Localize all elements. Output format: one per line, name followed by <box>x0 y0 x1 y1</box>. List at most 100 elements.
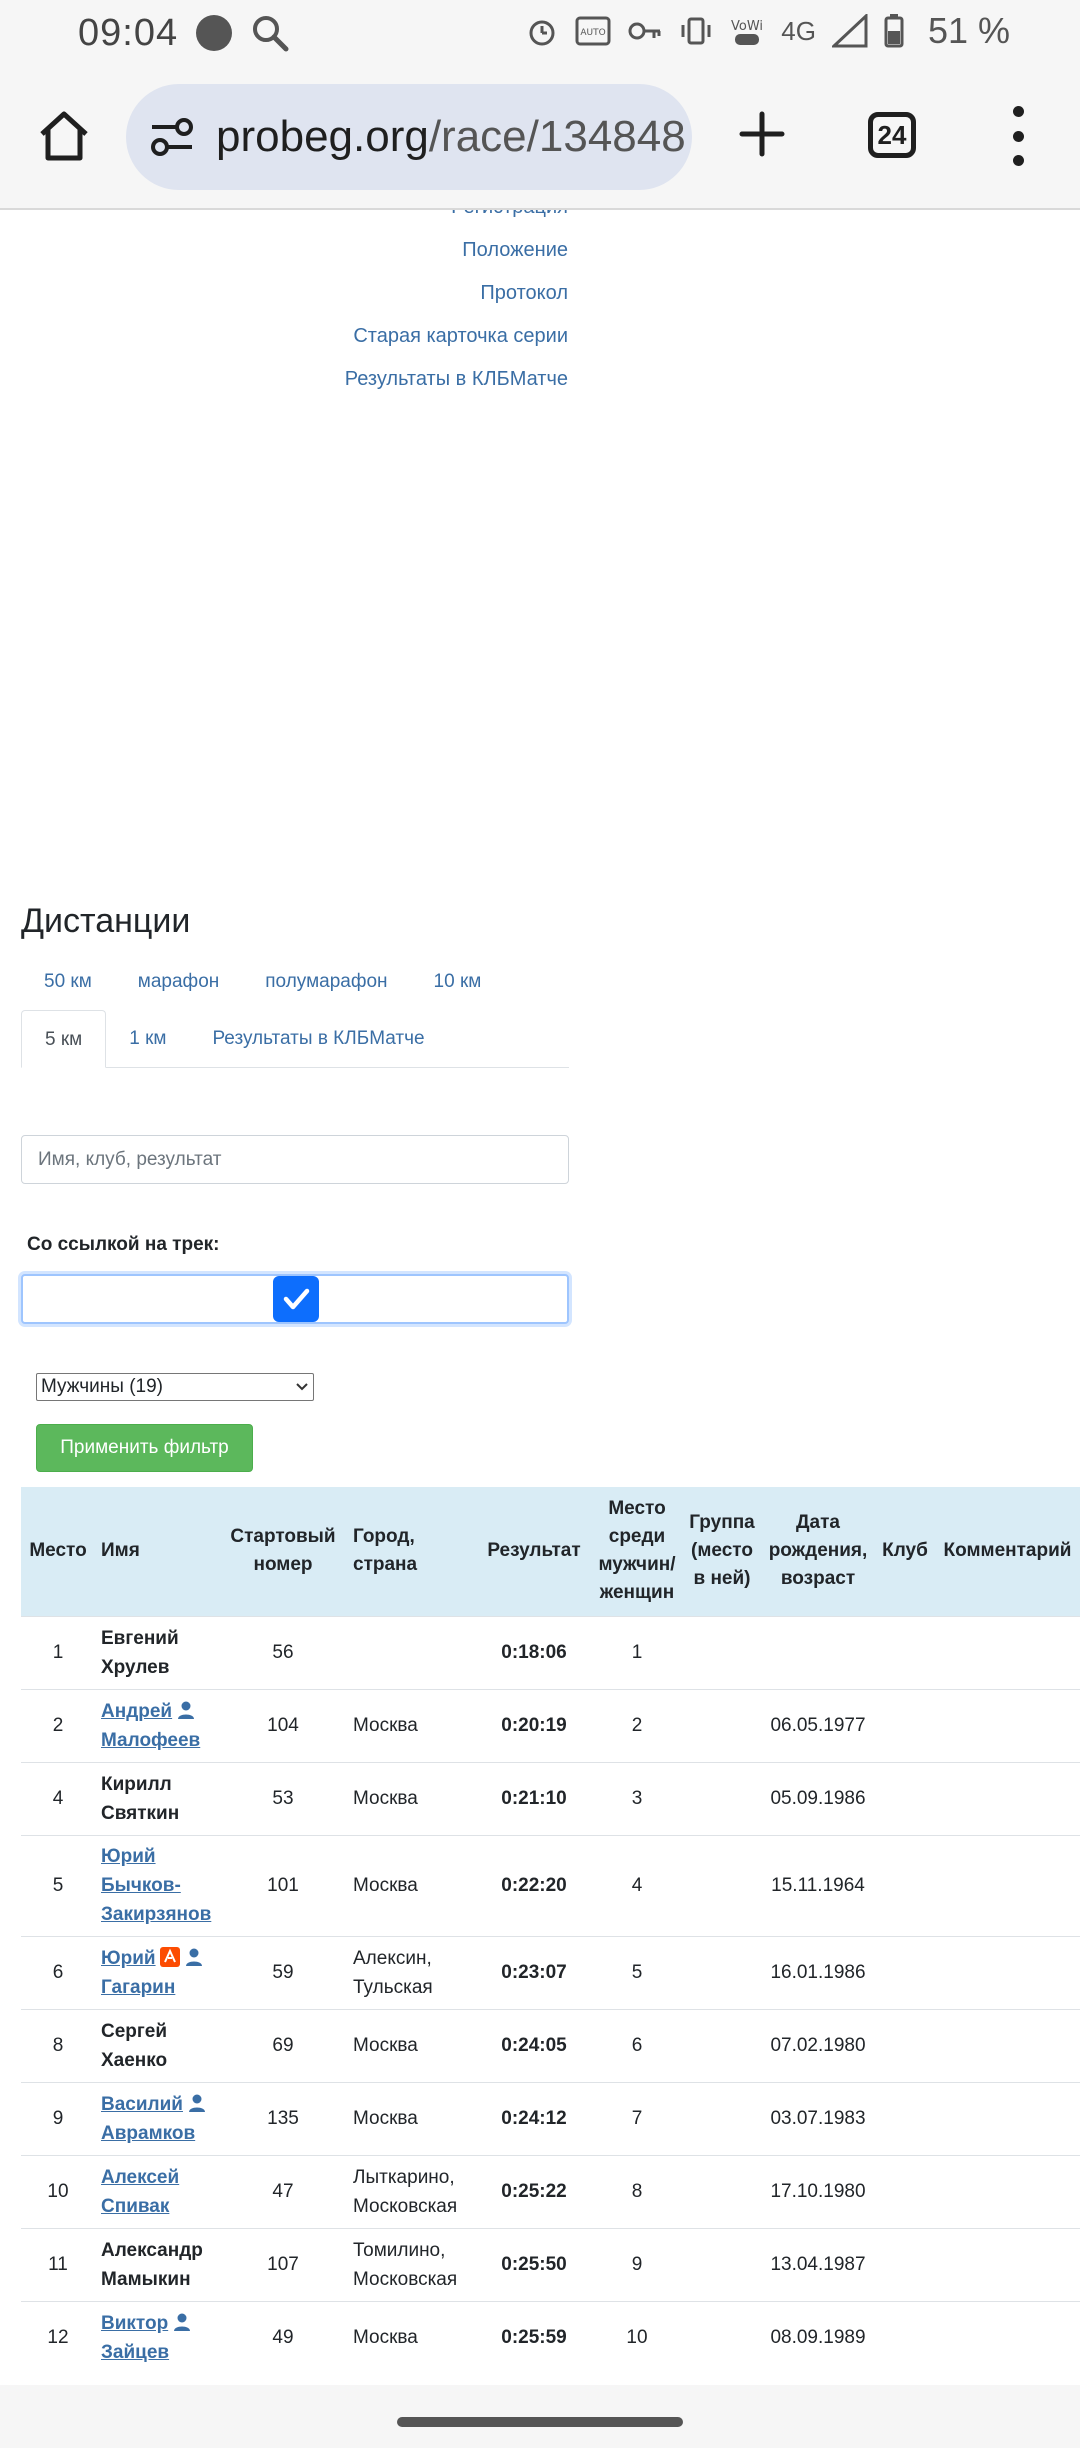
tab-half-marathon[interactable]: полумарафон <box>242 971 410 993</box>
person-icon[interactable] <box>184 1947 204 1967</box>
cell-comment <box>935 2008 1080 2082</box>
cell-result: 0:22:20 <box>477 1834 591 1936</box>
table-row: 12 Виктор Зайцев 49 Москва 0:25:59 10 08.… <box>21 2300 1080 2374</box>
col-gender-place[interactable]: Место среди мужчин/ женщин <box>591 1487 683 1616</box>
col-comment[interactable]: Комментарий <box>935 1487 1080 1616</box>
runner-last-name-link[interactable]: Малофеев <box>101 1730 200 1751</box>
runner-last-name-link-part-2[interactable]: Закирзянов <box>101 1904 211 1925</box>
link-klb-results[interactable]: Результаты в КЛБМатче <box>0 358 568 401</box>
cell-dob: 03.07.1983 <box>761 2081 875 2155</box>
runner-first-name: Сергей <box>101 2020 168 2042</box>
site-settings-icon[interactable] <box>148 115 196 159</box>
cell-comment <box>935 1688 1080 1762</box>
search-icon <box>253 16 289 52</box>
runner-first-name-link[interactable]: Андрей <box>101 1701 172 1722</box>
browser-toolbar: probeg.org/race/134848 24 <box>0 66 1080 210</box>
runner-first-name-link[interactable]: Юрий <box>101 1948 156 1969</box>
cell-comment <box>935 2081 1080 2155</box>
cell-place: 12 <box>21 2300 95 2374</box>
col-name[interactable]: Имя <box>95 1487 219 1616</box>
col-result[interactable]: Результат <box>477 1487 591 1616</box>
cell-city: Москва <box>347 1834 477 1936</box>
browser-menu-button[interactable] <box>1000 106 1036 166</box>
runner-first-name: Александр <box>101 2239 203 2261</box>
distance-tabs-row-1: 50 км марафон полумарафон 10 км <box>21 954 569 1010</box>
tab-10km[interactable]: 10 км <box>411 971 505 993</box>
runner-last-name-link[interactable]: Гагарин <box>101 1977 175 1998</box>
chevron-down-icon <box>296 1383 308 1391</box>
cell-comment <box>935 1834 1080 1936</box>
col-place[interactable]: Место <box>21 1487 95 1616</box>
alarm-icon <box>529 20 555 46</box>
cell-place: 2 <box>21 1688 95 1762</box>
runner-first-name-link[interactable]: Виктор <box>101 2313 168 2334</box>
cell-gender-place: 4 <box>591 1834 683 1936</box>
gesture-handle[interactable] <box>397 2417 683 2427</box>
person-icon[interactable] <box>187 2093 207 2113</box>
cell-group <box>683 1834 761 1936</box>
cell-city: Алексин, Тульская <box>347 1935 477 2009</box>
table-row: 6 Юрий Гагарин 59 Алексин, Тульская 0:23:0… <box>21 1935 1080 2009</box>
link-regulations[interactable]: Положение <box>0 229 568 272</box>
cell-name: Юрий Бычков- Закирзянов <box>95 1834 219 1936</box>
cell-name: Александр Мамыкин <box>95 2227 219 2301</box>
runner-last-name-link[interactable]: Аврамков <box>101 2123 195 2144</box>
distance-tabs: 50 км марафон полумарафон 10 км 5 км 1 к… <box>21 954 569 1068</box>
checkmark-icon <box>283 1288 310 1310</box>
gender-select-value: Мужчины (19) <box>41 1376 163 1397</box>
cell-bib: 101 <box>219 1834 347 1936</box>
cell-comment <box>935 2300 1080 2374</box>
link-protocol[interactable]: Протокол <box>0 272 568 315</box>
cell-gender-place: 8 <box>591 2154 683 2228</box>
cell-dob: 07.02.1980 <box>761 2008 875 2082</box>
cell-place: 1 <box>21 1615 95 1689</box>
home-button[interactable] <box>36 108 92 164</box>
new-tab-button[interactable] <box>734 106 790 162</box>
cell-bib: 47 <box>219 2154 347 2228</box>
runner-first-name-link[interactable]: Юрий <box>101 1846 156 1867</box>
status-bar: 09:04 AUTO VoWi 4G 51 % <box>0 0 1080 66</box>
tab-switcher-button[interactable]: 24 <box>868 112 916 158</box>
runner-first-name: Евгений <box>101 1627 179 1649</box>
tab-klb-results[interactable]: Результаты в КЛБМатче <box>189 1010 447 1068</box>
track-checkbox[interactable] <box>273 1276 319 1322</box>
runner-last-name-link[interactable]: Спивак <box>101 2196 169 2217</box>
person-icon[interactable] <box>172 2312 192 2332</box>
url-text: probeg.org/race/134848 <box>216 112 686 162</box>
tab-50km[interactable]: 50 км <box>21 971 115 993</box>
runner-first-name-link[interactable]: Василий <box>101 2094 183 2115</box>
cell-dob: 15.11.1964 <box>761 1834 875 1936</box>
cell-gender-place: 6 <box>591 2008 683 2082</box>
apply-filter-button[interactable]: Применить фильтр <box>36 1424 253 1472</box>
col-group[interactable]: Группа (место в ней) <box>683 1487 761 1616</box>
table-row: 1 Евгений Хрулев 56 0:18:06 1 <box>21 1615 1080 1689</box>
col-city[interactable]: Город, страна <box>347 1487 477 1616</box>
tab-marathon[interactable]: марафон <box>115 971 242 993</box>
cell-city: Лыткарино, Московская <box>347 2154 477 2228</box>
cell-club <box>875 2227 935 2301</box>
col-club[interactable]: Клуб <box>875 1487 935 1616</box>
tab-1km[interactable]: 1 км <box>106 1010 189 1068</box>
strava-icon[interactable] <box>159 1946 180 1967</box>
person-icon[interactable] <box>176 1700 196 1720</box>
runner-last-name-link[interactable]: Зайцев <box>101 2342 169 2363</box>
search-input[interactable] <box>21 1135 569 1184</box>
cell-city: Москва <box>347 1688 477 1762</box>
race-side-links: Регистрация Положение Протокол Старая ка… <box>0 210 568 401</box>
col-bib[interactable]: Стартовый номер <box>219 1487 347 1616</box>
cell-gender-place: 5 <box>591 1935 683 2009</box>
tab-5km[interactable]: 5 км <box>21 1010 107 1068</box>
runner-first-name-link[interactable]: Алексей <box>101 2167 179 2188</box>
runner-last-name-link-part-1[interactable]: Бычков- <box>101 1875 181 1896</box>
cell-result: 0:20:19 <box>477 1688 591 1762</box>
cell-name: Юрий Гагарин <box>95 1935 219 2009</box>
cell-club <box>875 2154 935 2228</box>
cell-club <box>875 1834 935 1936</box>
cell-gender-place: 7 <box>591 2081 683 2155</box>
cell-comment <box>935 2227 1080 2301</box>
link-old-series-card[interactable]: Старая карточка серии <box>0 315 568 358</box>
gender-select[interactable]: Мужчины (19) <box>36 1373 314 1401</box>
link-registration[interactable]: Регистрация <box>0 210 568 229</box>
col-dob[interactable]: Дата рождения, возраст <box>761 1487 875 1616</box>
address-bar[interactable]: probeg.org/race/134848 <box>126 84 692 190</box>
